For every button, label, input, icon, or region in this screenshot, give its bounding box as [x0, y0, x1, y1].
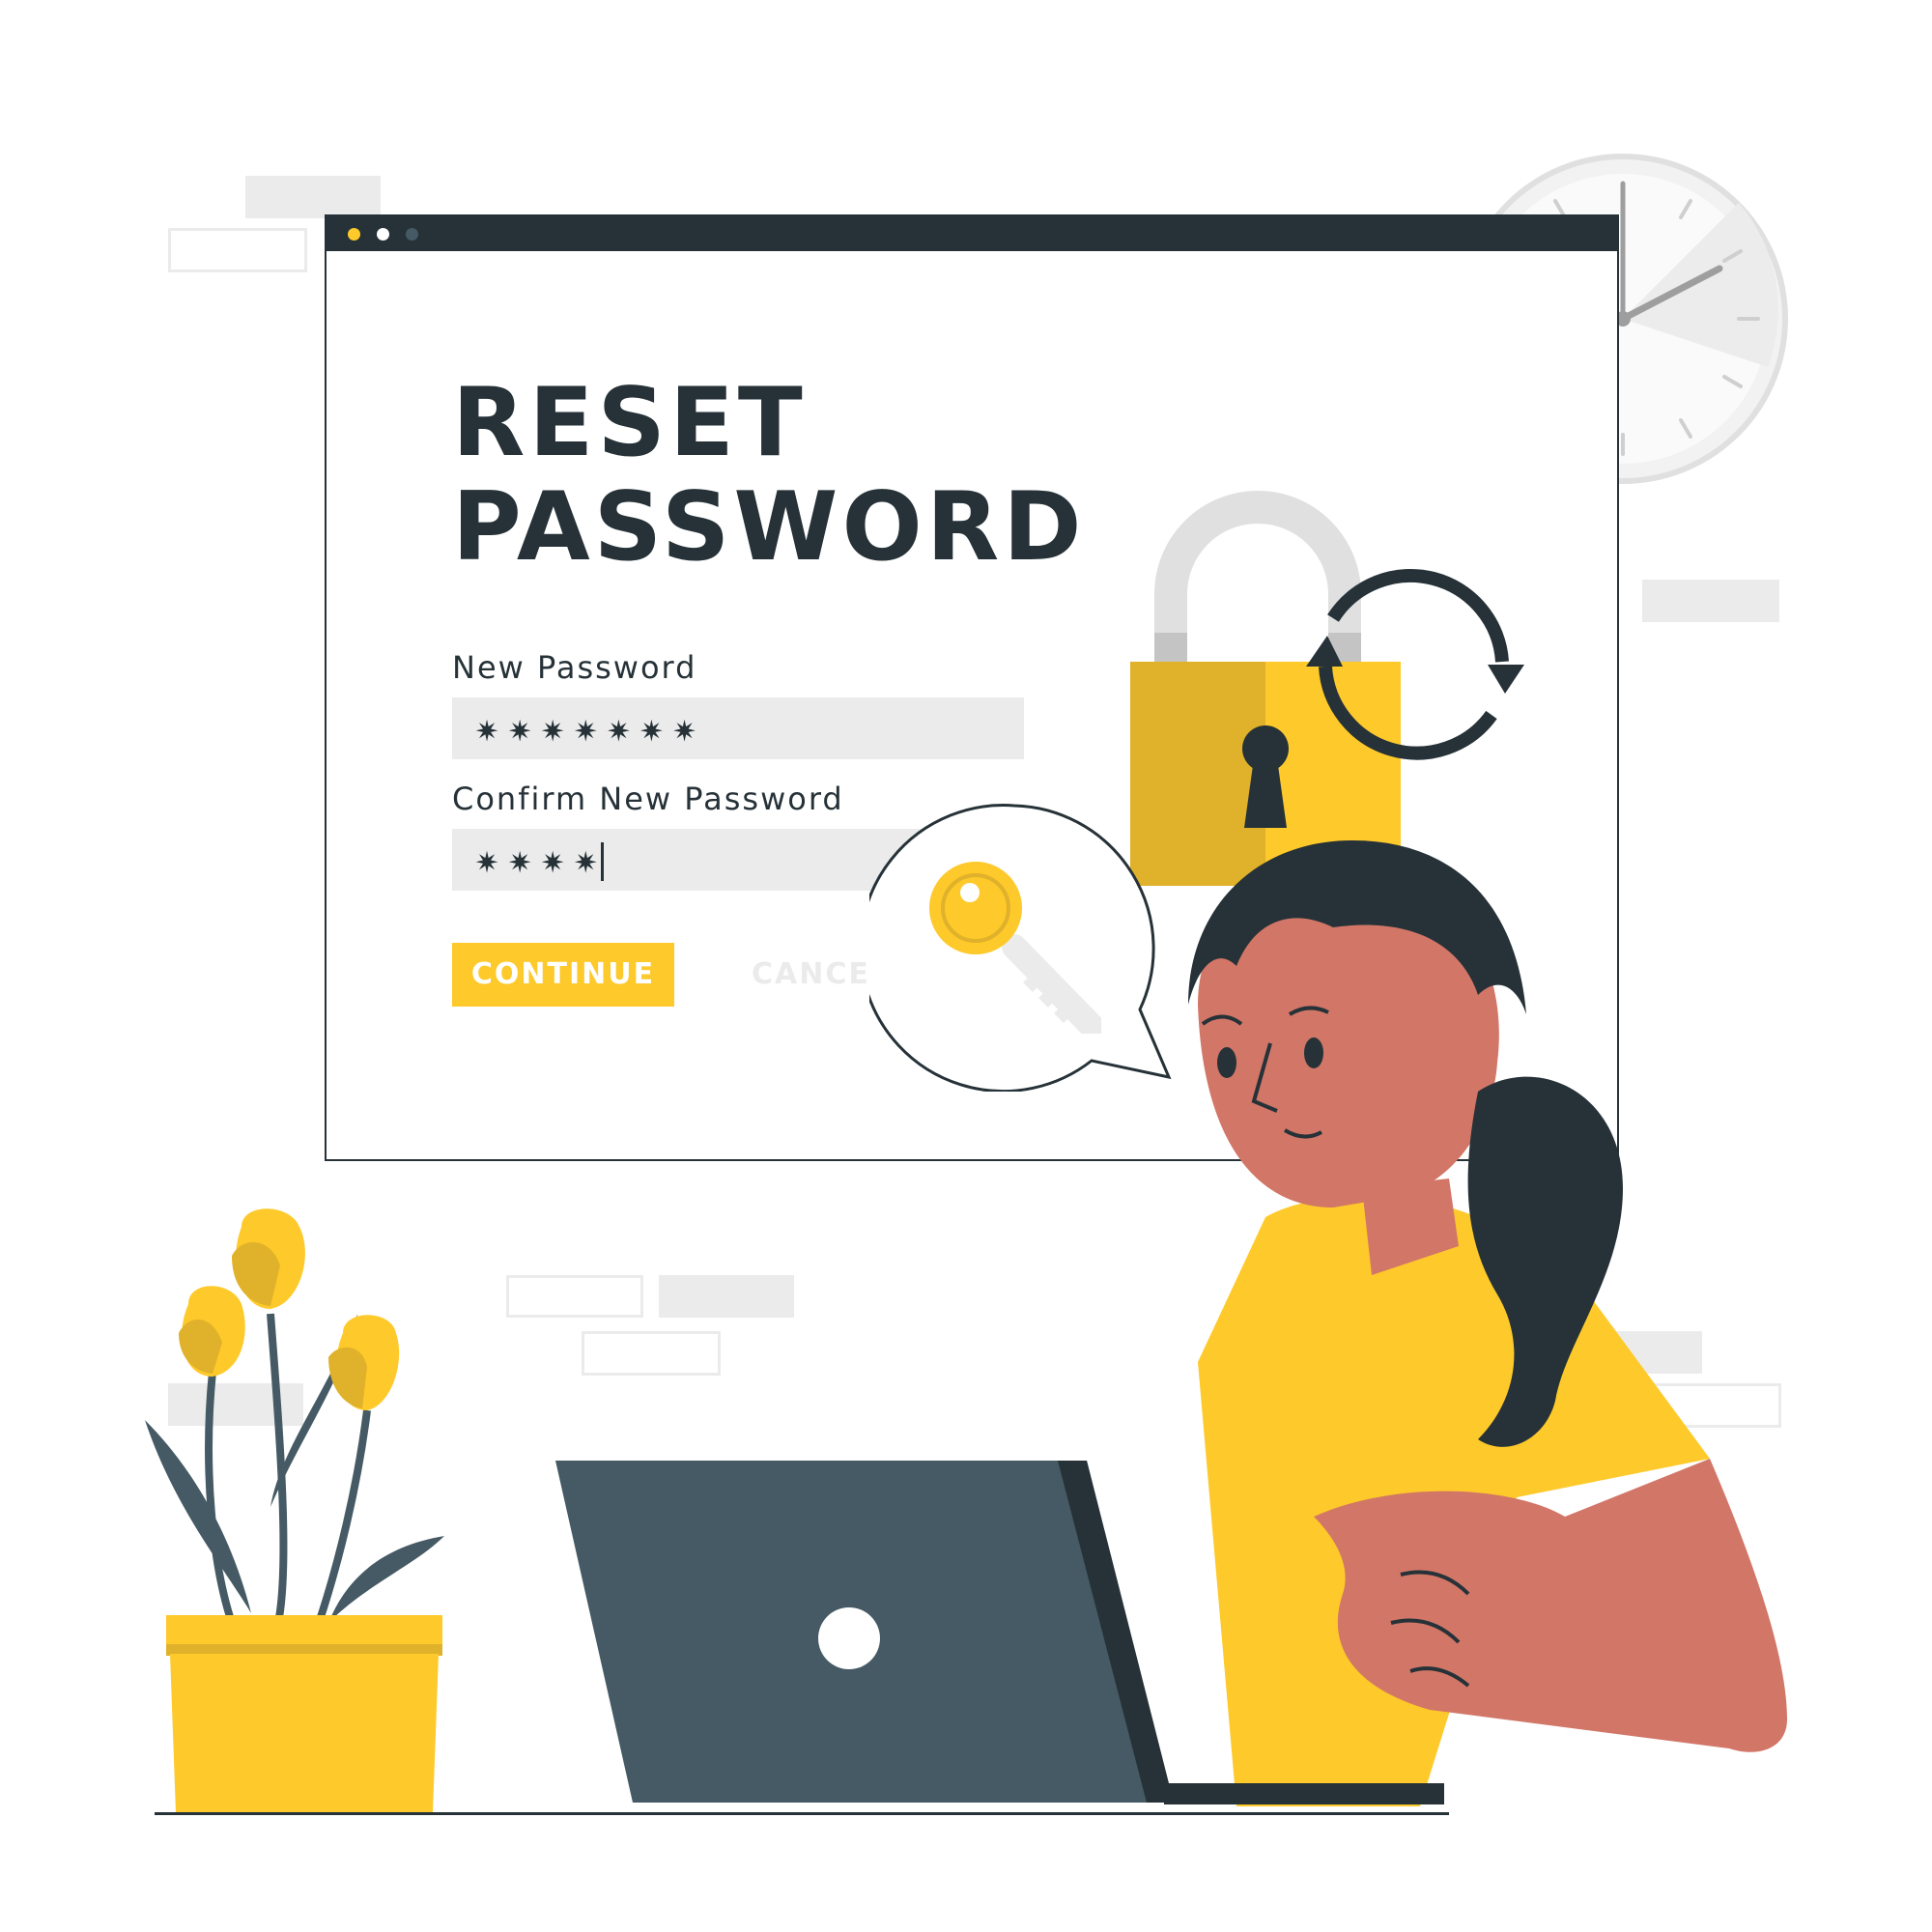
bg-bar [582, 1331, 721, 1376]
key-icon [929, 862, 1101, 1034]
new-password-field[interactable]: ✷✷✷✷✷✷✷ [452, 697, 1024, 759]
new-password-value: ✷✷✷✷✷✷✷ [475, 706, 706, 751]
bg-bar [1642, 580, 1779, 622]
text-caret [601, 842, 605, 881]
window-dot-slate [406, 228, 418, 241]
bg-bar [506, 1275, 643, 1318]
confirm-password-value: ✷✷✷✷ [475, 838, 608, 882]
new-password-label: New Password [452, 649, 697, 686]
refresh-icon [1306, 568, 1524, 760]
bg-bar [245, 176, 381, 218]
illustration-canvas: RESET PASSWORD New Password ✷✷✷✷✷✷✷ Conf… [0, 0, 1932, 1932]
laptop-illustration [555, 1461, 1444, 1804]
confirm-password-label: Confirm New Password [452, 781, 844, 817]
window-dot-white [377, 228, 389, 241]
tulip-plant [145, 1208, 444, 1812]
browser-titlebar [327, 216, 1617, 251]
window-dot-yellow [348, 228, 360, 241]
bg-bar [659, 1275, 794, 1318]
continue-button[interactable]: CONTINUE [452, 943, 674, 1007]
page-title: RESET PASSWORD [452, 368, 1086, 582]
bg-bar [168, 228, 307, 272]
